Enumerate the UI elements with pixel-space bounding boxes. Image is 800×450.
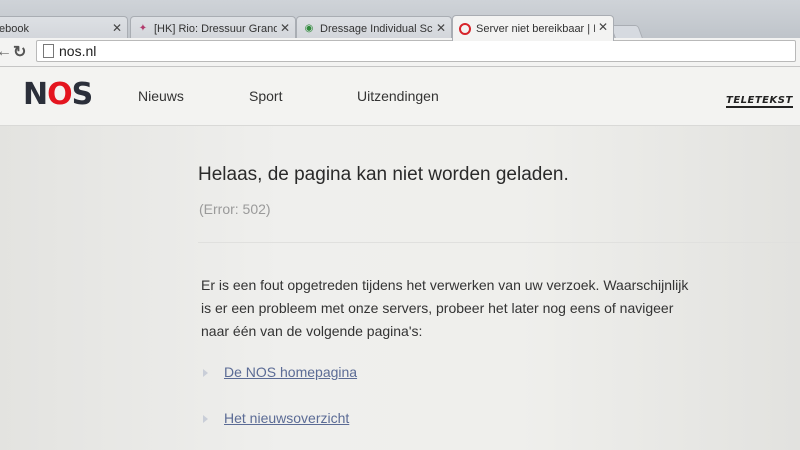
page-icon	[43, 44, 54, 58]
nav-uitzendingen[interactable]: Uitzendingen	[357, 88, 439, 104]
tab-dressage-schedule[interactable]: ◉ Dressage Individual Sched ✕	[296, 16, 452, 40]
browser-toolbar: ← ↻ nos.nl	[0, 38, 800, 67]
url-text[interactable]: nos.nl	[59, 43, 96, 59]
teletekst-link[interactable]: TELETEKST	[726, 95, 793, 108]
close-tab-icon[interactable]: ✕	[280, 21, 290, 35]
tab-title: Server niet bereikbaar | N	[476, 22, 595, 35]
logo-letter: S	[71, 77, 94, 112]
link-nos-homepage[interactable]: De NOS homepagina	[224, 364, 357, 380]
logo-letter: O	[47, 77, 72, 112]
close-tab-icon[interactable]: ✕	[598, 20, 608, 34]
link-news-overview[interactable]: Het nieuwsoverzicht	[224, 410, 349, 426]
back-arrow-icon[interactable]: ←	[0, 43, 12, 61]
tab-facebook[interactable]: ebook ✕	[0, 16, 128, 40]
close-tab-icon[interactable]: ✕	[436, 21, 446, 35]
list-item: De NOS homepagina	[203, 364, 357, 380]
tab-title: ebook	[0, 22, 29, 35]
logo-letter: N	[23, 77, 48, 112]
message-line: is er een probleem met onze servers, pro…	[201, 300, 674, 316]
message-line: Er is een fout opgetreden tijdens het ve…	[201, 277, 689, 293]
divider	[198, 242, 800, 243]
rio-icon: ✦	[138, 22, 148, 34]
list-item: Het nieuwsoverzicht	[203, 410, 349, 426]
error-code: (Error: 502)	[199, 201, 271, 217]
error-content: Helaas, de pagina kan niet worden gelade…	[0, 126, 800, 450]
tab-strip: ebook ✕ ✦ [HK] Rio: Dressuur Grand ✕ ◉ D…	[0, 0, 800, 41]
nav-nieuws[interactable]: Nieuws	[138, 88, 184, 104]
address-bar[interactable]: nos.nl	[36, 40, 796, 62]
message-line: naar één van de volgende pagina's:	[201, 323, 423, 339]
tab-rio-dressuur[interactable]: ✦ [HK] Rio: Dressuur Grand ✕	[130, 16, 296, 40]
nos-logo[interactable]: NOS	[23, 77, 94, 112]
tab-title: Dressage Individual Sched	[320, 22, 433, 35]
nos-icon	[459, 22, 471, 35]
close-tab-icon[interactable]: ✕	[112, 21, 122, 35]
error-message: Er is een fout opgetreden tijdens het ve…	[201, 274, 721, 343]
reload-icon[interactable]: ↻	[13, 42, 26, 62]
bullet-arrow-icon	[203, 369, 208, 378]
tab-title: [HK] Rio: Dressuur Grand	[154, 22, 277, 35]
bullet-arrow-icon	[203, 415, 208, 424]
error-title: Helaas, de pagina kan niet worden gelade…	[198, 164, 569, 185]
olympic-icon: ◉	[304, 22, 314, 34]
nav-sport[interactable]: Sport	[249, 88, 282, 104]
site-header: NOS Nieuws Sport Uitzendingen TELETEKST	[0, 67, 800, 126]
tab-server-unavailable[interactable]: Server niet bereikbaar | N ✕	[452, 15, 614, 41]
